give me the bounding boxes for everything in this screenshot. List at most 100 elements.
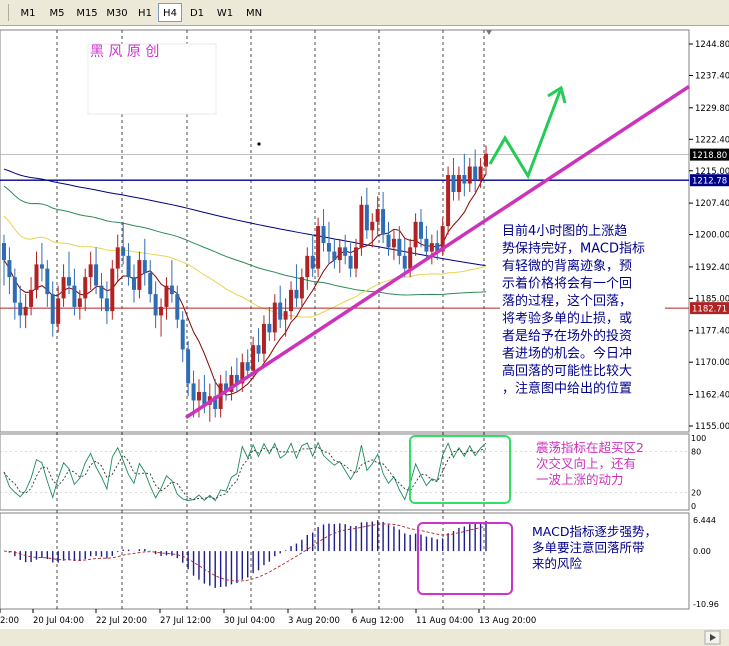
candle-body bbox=[23, 306, 28, 316]
candle-body bbox=[408, 247, 413, 269]
analysis-line: 将考验多单的止损，或 bbox=[502, 311, 632, 327]
candle-body bbox=[429, 243, 434, 252]
candle-body bbox=[175, 294, 180, 320]
stochastic-tick-label: 80 bbox=[691, 448, 701, 457]
candle-body bbox=[359, 204, 364, 248]
analysis-line: 高回落的可能性比较大 bbox=[502, 363, 632, 379]
candle-body bbox=[153, 294, 158, 316]
candle-body bbox=[159, 306, 164, 316]
candle-body bbox=[456, 175, 461, 193]
analysis-line: ，注意图中给出的位置 bbox=[502, 381, 632, 397]
timeframe-m5-button[interactable]: M5 bbox=[42, 3, 72, 22]
candle-body bbox=[364, 204, 369, 231]
macd-note-line: 来的风险 bbox=[532, 556, 583, 571]
candle-body bbox=[142, 260, 147, 273]
candle-body bbox=[39, 264, 44, 269]
macd-tick-label: 6.444 bbox=[693, 516, 716, 525]
candle-body bbox=[126, 255, 131, 278]
candle-body bbox=[66, 277, 71, 286]
candle-body bbox=[467, 166, 472, 184]
candle-body bbox=[321, 226, 326, 244]
candle-body bbox=[50, 294, 55, 324]
candle-body bbox=[29, 289, 34, 307]
candle-body bbox=[424, 238, 429, 252]
timeframe-m15-button[interactable]: M15 bbox=[72, 3, 102, 22]
candle-body bbox=[256, 345, 261, 354]
time-tick-label: 2:00 bbox=[0, 616, 19, 626]
candle-body bbox=[34, 264, 39, 290]
timeframe-m1-button[interactable]: M1 bbox=[14, 3, 42, 22]
timeframe-h4-button[interactable]: H4 bbox=[158, 3, 182, 22]
timeframe-mn-button[interactable]: MN bbox=[240, 3, 268, 22]
price-tick-label: 1244.80 bbox=[695, 40, 729, 50]
price-tick-label: 1192.40 bbox=[695, 263, 729, 273]
stochastic-note-line: 震荡指标在超买区2 bbox=[536, 440, 644, 455]
candle-body bbox=[18, 302, 23, 316]
stochastic-note-line: 次交叉向上，还有 bbox=[536, 456, 636, 471]
candle-body bbox=[370, 221, 375, 231]
candle-body bbox=[164, 285, 169, 307]
candle-body bbox=[94, 264, 99, 286]
price-tick-label: 1222.40 bbox=[695, 135, 729, 145]
candle-body bbox=[148, 272, 153, 295]
stochastic-tick-label: 0 bbox=[691, 502, 696, 511]
analysis-line: 落的过程，这个回落， bbox=[502, 293, 632, 309]
candle-body bbox=[348, 255, 353, 269]
candle-body bbox=[310, 255, 315, 269]
candle-body bbox=[299, 277, 304, 299]
candle-body bbox=[289, 289, 294, 312]
price-tick-label: 1170.00 bbox=[695, 358, 729, 368]
candle-body bbox=[251, 345, 256, 371]
candle-body bbox=[110, 268, 115, 312]
candle-body bbox=[316, 226, 321, 269]
candle-body bbox=[196, 391, 201, 401]
candle-body bbox=[267, 323, 272, 333]
candle-body bbox=[61, 277, 66, 299]
candle-body bbox=[115, 247, 120, 269]
candle-body bbox=[386, 234, 391, 248]
candle-body bbox=[283, 311, 288, 320]
timeframe-m30-button[interactable]: M30 bbox=[102, 3, 132, 22]
stochastic-tick-label: 100 bbox=[691, 434, 706, 443]
horizontal-scrollbar[interactable] bbox=[0, 629, 729, 646]
timeframe-d1-button[interactable]: D1 bbox=[184, 3, 210, 22]
candle-body bbox=[272, 302, 277, 333]
time-tick-label: 30 Jul 04:00 bbox=[224, 616, 275, 626]
price-tick-label: 1162.40 bbox=[695, 391, 729, 401]
timeframe-toolbar: M1 M5 M15 M30 H1 H4 D1 W1 MN bbox=[0, 0, 729, 26]
candle-body bbox=[391, 238, 396, 248]
candle-body bbox=[56, 298, 61, 324]
macd-tick-label: 0.00 bbox=[693, 547, 711, 556]
candle-body bbox=[446, 175, 451, 227]
stochastic-note-line: 一波上涨的动力 bbox=[536, 472, 624, 487]
candle-body bbox=[83, 277, 88, 299]
candle-body bbox=[326, 243, 331, 252]
candle-body bbox=[381, 209, 386, 235]
timeframe-w1-button[interactable]: W1 bbox=[212, 3, 238, 22]
time-axis: 2:00 20 Jul 04:00 22 Jul 20:00 27 Jul 12:00… bbox=[0, 609, 536, 626]
time-tick-label: 3 Aug 20:00 bbox=[288, 616, 340, 626]
toolbar-separator bbox=[8, 4, 9, 21]
candle-body bbox=[419, 221, 424, 239]
candle-body bbox=[261, 323, 266, 354]
price-label: 1212.78 bbox=[692, 177, 727, 187]
analysis-line: 有轻微的背离迹象，预 bbox=[502, 258, 632, 274]
candle-body bbox=[88, 264, 93, 278]
candle-body bbox=[305, 255, 310, 278]
candle-body bbox=[99, 285, 104, 299]
candle-body bbox=[397, 238, 402, 256]
candle-body bbox=[137, 260, 142, 290]
candle-body bbox=[473, 166, 478, 180]
candle-body bbox=[337, 247, 342, 261]
candle-body bbox=[294, 289, 299, 299]
candle-body bbox=[45, 268, 50, 295]
candle-body bbox=[7, 260, 12, 278]
macd-note-line: MACD指标逐步强势， bbox=[532, 524, 657, 539]
chart-area: 1244.801237.401229.801222.401215.001207.… bbox=[0, 29, 729, 646]
candle-body bbox=[169, 285, 174, 295]
candle-body bbox=[343, 247, 348, 256]
timeframe-h1-button[interactable]: H1 bbox=[132, 3, 158, 22]
stochastic-tick-label: 20 bbox=[691, 488, 701, 497]
candle-body bbox=[451, 175, 456, 193]
macd-note-line: 多单要注意回落所带 bbox=[532, 540, 645, 555]
